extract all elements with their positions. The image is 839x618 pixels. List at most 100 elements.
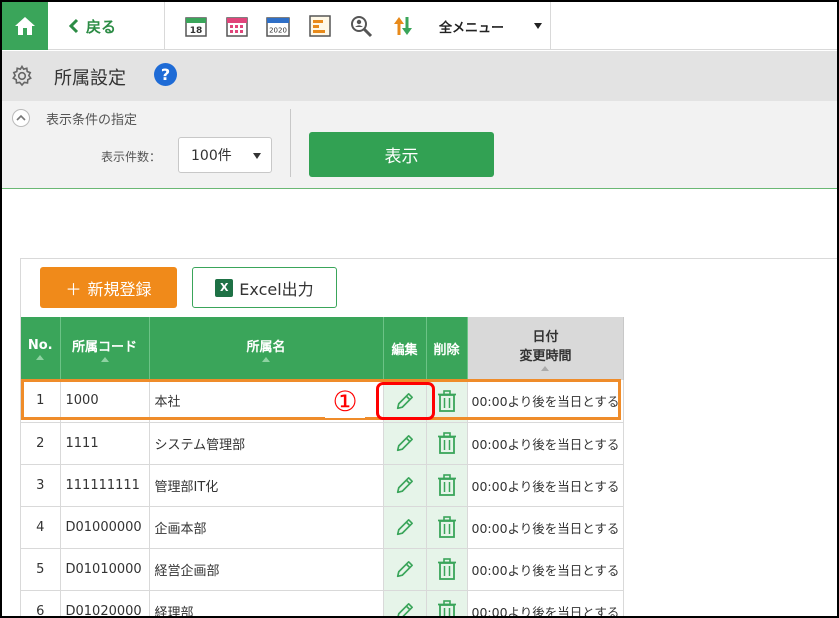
show-button[interactable]: 表示 xyxy=(309,132,494,177)
new-register-label: 新規登録 xyxy=(87,279,152,299)
cell-name: システム管理部 xyxy=(149,422,384,465)
delete-cell xyxy=(426,380,468,423)
cell-date-change: 00:00より後を当日とする xyxy=(467,380,625,423)
cell-no: 6 xyxy=(21,590,61,616)
svg-text:2020: 2020 xyxy=(269,27,287,35)
delete-cell xyxy=(426,464,468,507)
caret-down-icon xyxy=(253,153,261,159)
display-count-value: 100件 xyxy=(191,148,232,164)
sort-icon xyxy=(100,356,109,362)
edit-pencil-icon[interactable] xyxy=(387,512,423,542)
trash-icon[interactable] xyxy=(429,554,465,584)
edit-cell xyxy=(383,506,427,549)
col-header-date[interactable]: 日付 変更時間 xyxy=(467,317,625,380)
sort-arrows-icon[interactable] xyxy=(391,14,415,38)
delete-cell xyxy=(426,590,468,616)
app-window: 戻る 18 2020 全メニュー 所属設定 ? 表示条件の指定 表示件数： 10… xyxy=(0,0,839,618)
collapse-toggle[interactable] xyxy=(12,109,30,127)
calendar-18-icon[interactable]: 18 xyxy=(184,14,208,38)
cell-date-change: 00:00より後を当日とする xyxy=(467,590,625,616)
all-menu-label: 全メニュー xyxy=(439,20,505,36)
table-row[interactable]: 1 1000 本社 00:00より後を当日とする xyxy=(21,380,625,423)
chart-list-icon[interactable] xyxy=(308,14,332,38)
col-header-no[interactable]: No. xyxy=(21,317,61,380)
calendar-grid-icon[interactable] xyxy=(225,14,249,38)
sort-icon xyxy=(262,356,270,362)
cell-code: D01010000 xyxy=(60,548,150,591)
excel-icon: X xyxy=(215,278,234,297)
step-marker: ① xyxy=(325,384,365,418)
department-table: No. 所属コード 所属名 編集 削除 日付 変更時間 1 1000 本社 00:00… xyxy=(21,317,625,616)
chevron-left-icon xyxy=(68,18,79,34)
edit-pencil-icon[interactable] xyxy=(387,470,423,500)
gear-icon xyxy=(12,64,32,87)
delete-cell xyxy=(426,506,468,549)
back-button[interactable]: 戻る xyxy=(68,2,116,50)
delete-cell xyxy=(426,548,468,591)
edit-cell xyxy=(383,380,427,423)
col-header-name[interactable]: 所属名 xyxy=(149,317,384,380)
excel-export-button[interactable]: X Excel出力 xyxy=(192,267,337,308)
edit-pencil-icon[interactable] xyxy=(387,554,423,584)
cell-code: 1000 xyxy=(60,380,150,423)
col-header-edit: 編集 xyxy=(383,317,427,380)
top-bar: 戻る 18 2020 全メニュー xyxy=(2,2,837,50)
edit-pencil-icon[interactable] xyxy=(387,596,423,616)
trash-icon[interactable] xyxy=(429,386,465,416)
cell-code: 1111 xyxy=(60,422,150,465)
cell-name: 経営企画部 xyxy=(149,548,384,591)
plus-icon: ＋ xyxy=(65,279,82,299)
trash-icon[interactable] xyxy=(429,470,465,500)
divider xyxy=(550,2,551,50)
cell-no: 3 xyxy=(21,464,61,507)
cell-code: D01020000 xyxy=(60,590,150,616)
trash-icon[interactable] xyxy=(429,428,465,458)
calendar-2020-icon[interactable]: 2020 xyxy=(266,14,290,38)
cell-name: 企画本部 xyxy=(149,506,384,549)
col-header-delete: 削除 xyxy=(426,317,468,380)
cell-no: 4 xyxy=(21,506,61,549)
col-header-code[interactable]: 所属コード xyxy=(60,317,150,380)
edit-cell xyxy=(383,590,427,616)
cell-no: 5 xyxy=(21,548,61,591)
cell-name: 経理部 xyxy=(149,590,384,616)
cell-date-change: 00:00より後を当日とする xyxy=(467,422,625,465)
divider xyxy=(290,109,291,177)
edit-pencil-icon[interactable] xyxy=(387,386,423,416)
sort-icon xyxy=(36,354,45,360)
table-row[interactable]: 4 D01000000 企画本部 00:00より後を当日とする xyxy=(21,506,625,549)
caret-down-icon xyxy=(534,23,542,29)
cell-no: 1 xyxy=(21,380,61,423)
cell-date-change: 00:00より後を当日とする xyxy=(467,506,625,549)
table-row[interactable]: 2 1111 システム管理部 00:00より後を当日とする xyxy=(21,422,625,465)
cell-name: 管理部IT化 xyxy=(149,464,384,507)
cell-date-change: 00:00より後を当日とする xyxy=(467,464,625,507)
search-user-icon[interactable] xyxy=(349,14,373,38)
delete-cell xyxy=(426,422,468,465)
filter-title: 表示条件の指定 xyxy=(46,113,138,128)
home-icon xyxy=(15,17,35,35)
table-row[interactable]: 3 111111111 管理部IT化 00:00より後を当日とする xyxy=(21,464,625,507)
table-row[interactable]: 6 D01020000 経理部 00:00より後を当日とする xyxy=(21,590,625,616)
edit-pencil-icon[interactable] xyxy=(387,428,423,458)
edit-cell xyxy=(383,464,427,507)
svg-text:18: 18 xyxy=(190,26,203,36)
help-icon[interactable]: ? xyxy=(154,63,177,86)
filter-panel: 表示条件の指定 表示件数： 100件 表示 xyxy=(2,101,837,189)
chevron-up-icon xyxy=(16,114,26,121)
cell-date-change: 00:00より後を当日とする xyxy=(467,548,625,591)
all-menu-select[interactable]: 全メニュー xyxy=(432,2,550,50)
cell-code: 111111111 xyxy=(60,464,150,507)
trash-icon[interactable] xyxy=(429,596,465,616)
new-register-button[interactable]: ＋ 新規登録 xyxy=(40,267,177,308)
trash-icon[interactable] xyxy=(429,512,465,542)
table-row[interactable]: 5 D01010000 経営企画部 00:00より後を当日とする xyxy=(21,548,625,591)
back-label: 戻る xyxy=(86,17,117,36)
title-bar: 所属設定 ? xyxy=(2,51,837,101)
edit-cell xyxy=(383,422,427,465)
divider xyxy=(164,2,165,50)
sort-icon xyxy=(541,366,550,371)
home-button[interactable] xyxy=(2,2,48,50)
display-count-select[interactable]: 100件 xyxy=(178,137,272,173)
excel-export-label: Excel出力 xyxy=(239,279,314,299)
